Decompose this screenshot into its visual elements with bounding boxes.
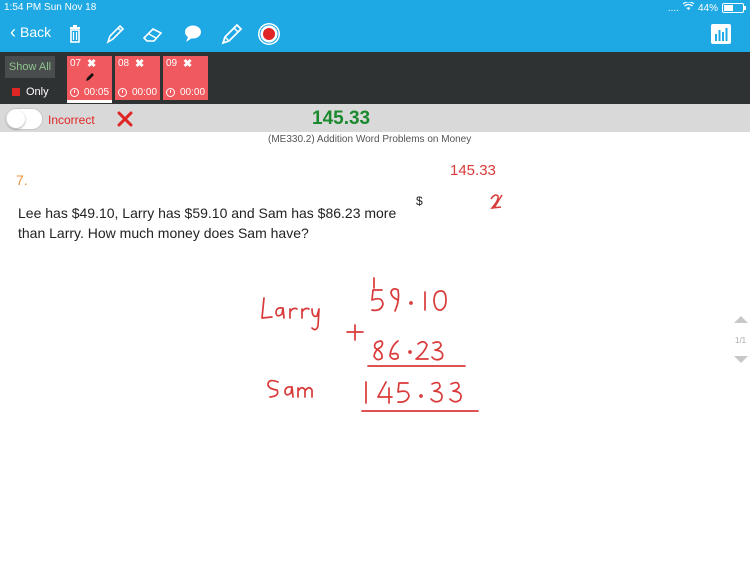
currency-symbol: $ xyxy=(416,194,423,208)
status-dots: .... xyxy=(667,2,679,14)
red-square-icon xyxy=(12,88,20,96)
tab-number: 07 xyxy=(70,58,82,69)
page-up-icon[interactable] xyxy=(734,316,748,323)
clock-icon xyxy=(166,88,175,97)
toggle-knob xyxy=(7,110,25,128)
page-indicator: 1/1 xyxy=(735,336,747,345)
lesson-subtitle: (ME330.2) Addition Word Problems on Mone… xyxy=(268,134,472,145)
battery-percent: 44% xyxy=(697,2,718,14)
question-tab-09[interactable]: 09 ✖ 00:00 xyxy=(163,56,208,100)
pencil-icon xyxy=(85,72,95,82)
battery-icon xyxy=(722,3,746,13)
chevron-left-icon: ‹ xyxy=(10,22,16,42)
back-label: Back xyxy=(20,24,52,40)
scribble-mark xyxy=(490,194,503,209)
eraser-icon[interactable] xyxy=(140,21,166,47)
tab-time: 00:05 xyxy=(84,87,110,98)
only-label: Only xyxy=(26,86,49,98)
handwritten-work xyxy=(261,277,479,412)
score-value: 145.33 xyxy=(312,108,371,129)
result-bar xyxy=(0,104,750,132)
pen-icon[interactable] xyxy=(102,21,128,47)
question-tab-08[interactable]: 08 ✖ 00:00 xyxy=(115,56,160,100)
record-icon[interactable] xyxy=(256,21,282,47)
close-icon[interactable]: ✖ xyxy=(87,57,96,70)
wifi-icon xyxy=(682,1,695,14)
question-number: 7. xyxy=(16,172,28,188)
page-navigator: 1/1 xyxy=(732,312,750,368)
clock-icon xyxy=(118,88,127,97)
close-icon[interactable]: ✖ xyxy=(183,57,192,70)
timer-bar xyxy=(0,52,750,104)
status-time: 1:54 PM Sun Nov 18 xyxy=(4,2,97,13)
status-right: .... 44% xyxy=(667,1,746,14)
show-all-button[interactable]: Show All xyxy=(5,56,55,78)
comment-icon[interactable] xyxy=(180,21,206,47)
stats-icon[interactable] xyxy=(708,21,734,47)
incorrect-label: Incorrect xyxy=(48,113,95,127)
tab-time: 00:00 xyxy=(132,87,158,98)
trash-icon[interactable] xyxy=(62,21,88,47)
question-tab-07[interactable]: 07 ✖ 00:05 xyxy=(67,56,112,103)
incorrect-x-icon xyxy=(116,110,134,128)
back-button[interactable]: ‹ Back xyxy=(10,22,52,42)
tab-number: 08 xyxy=(118,58,130,69)
tab-time: 00:00 xyxy=(180,87,206,98)
close-icon[interactable]: ✖ xyxy=(135,57,144,70)
toolbar: ‹ Back xyxy=(0,16,750,52)
status-bar: 1:54 PM Sun Nov 18 .... 44% xyxy=(0,0,750,16)
active-indicator xyxy=(67,100,112,103)
pencil-icon[interactable] xyxy=(218,21,244,47)
only-filter[interactable]: Only xyxy=(12,86,49,98)
incorrect-toggle[interactable] xyxy=(5,108,43,130)
question-text: Lee has $49.10, Larry has $59.10 and Sam… xyxy=(18,205,397,241)
clock-icon xyxy=(70,88,79,97)
tab-number: 09 xyxy=(166,58,178,69)
page-down-icon[interactable] xyxy=(734,356,748,363)
student-answer: 145.33 xyxy=(450,162,496,179)
